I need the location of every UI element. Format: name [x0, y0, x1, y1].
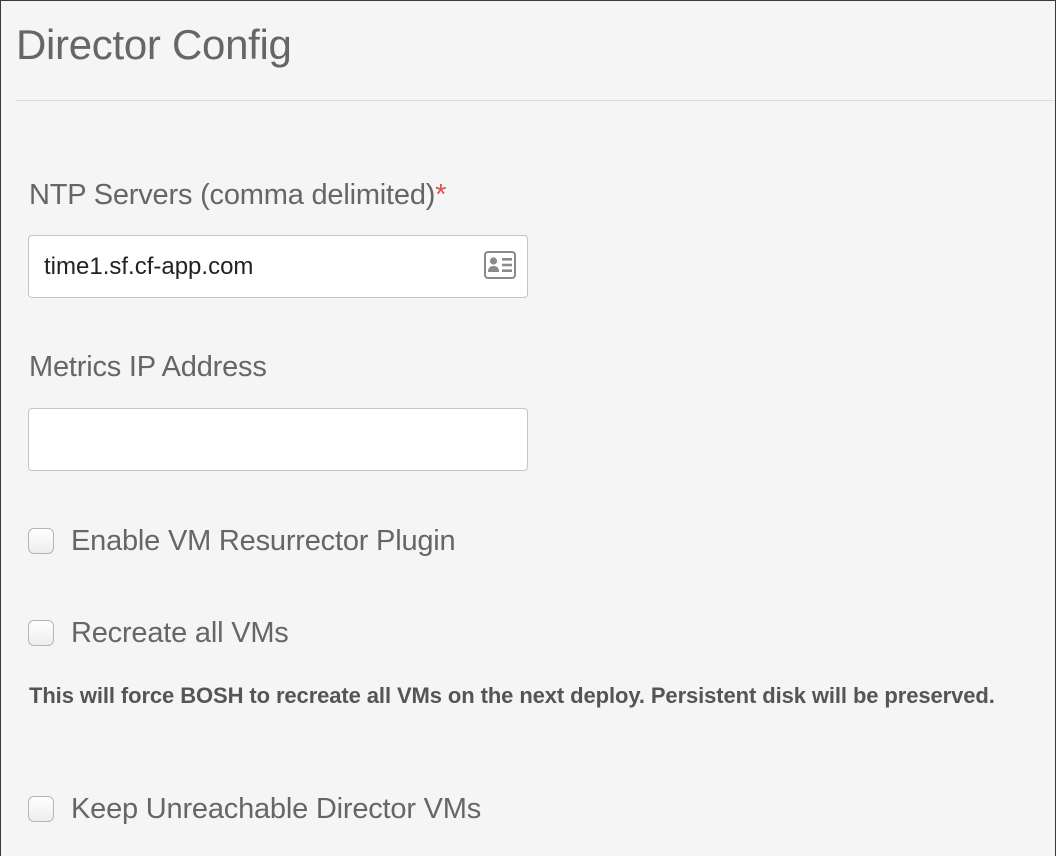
keep-unreachable-label: Keep Unreachable Director VMs	[71, 793, 482, 825]
recreate-vms-checkbox[interactable]	[28, 620, 54, 646]
recreate-vms-help-text: This will force BOSH to recreate all VMs…	[29, 683, 995, 708]
title-divider	[16, 100, 1055, 101]
ntp-servers-label: NTP Servers (comma delimited)*	[29, 177, 447, 213]
metrics-ip-label: Metrics IP Address	[29, 351, 267, 383]
ntp-servers-input[interactable]	[28, 235, 528, 298]
recreate-vms-option[interactable]: Recreate all VMs	[28, 615, 289, 651]
metrics-ip-input[interactable]	[28, 408, 528, 471]
ntp-servers-label-text: NTP Servers (comma delimited)	[29, 179, 436, 211]
resurrector-checkbox[interactable]	[28, 528, 54, 554]
director-config-panel: Director Config NTP Servers (comma delim…	[0, 0, 1056, 856]
page-title: Director Config	[16, 21, 292, 68]
resurrector-label: Enable VM Resurrector Plugin	[71, 525, 456, 557]
resurrector-option[interactable]: Enable VM Resurrector Plugin	[28, 523, 456, 559]
keep-unreachable-checkbox[interactable]	[28, 796, 54, 822]
recreate-vms-label: Recreate all VMs	[71, 617, 289, 649]
required-asterisk: *	[435, 179, 447, 211]
contact-card-icon[interactable]	[484, 251, 516, 279]
keep-unreachable-option[interactable]: Keep Unreachable Director VMs	[28, 791, 481, 827]
